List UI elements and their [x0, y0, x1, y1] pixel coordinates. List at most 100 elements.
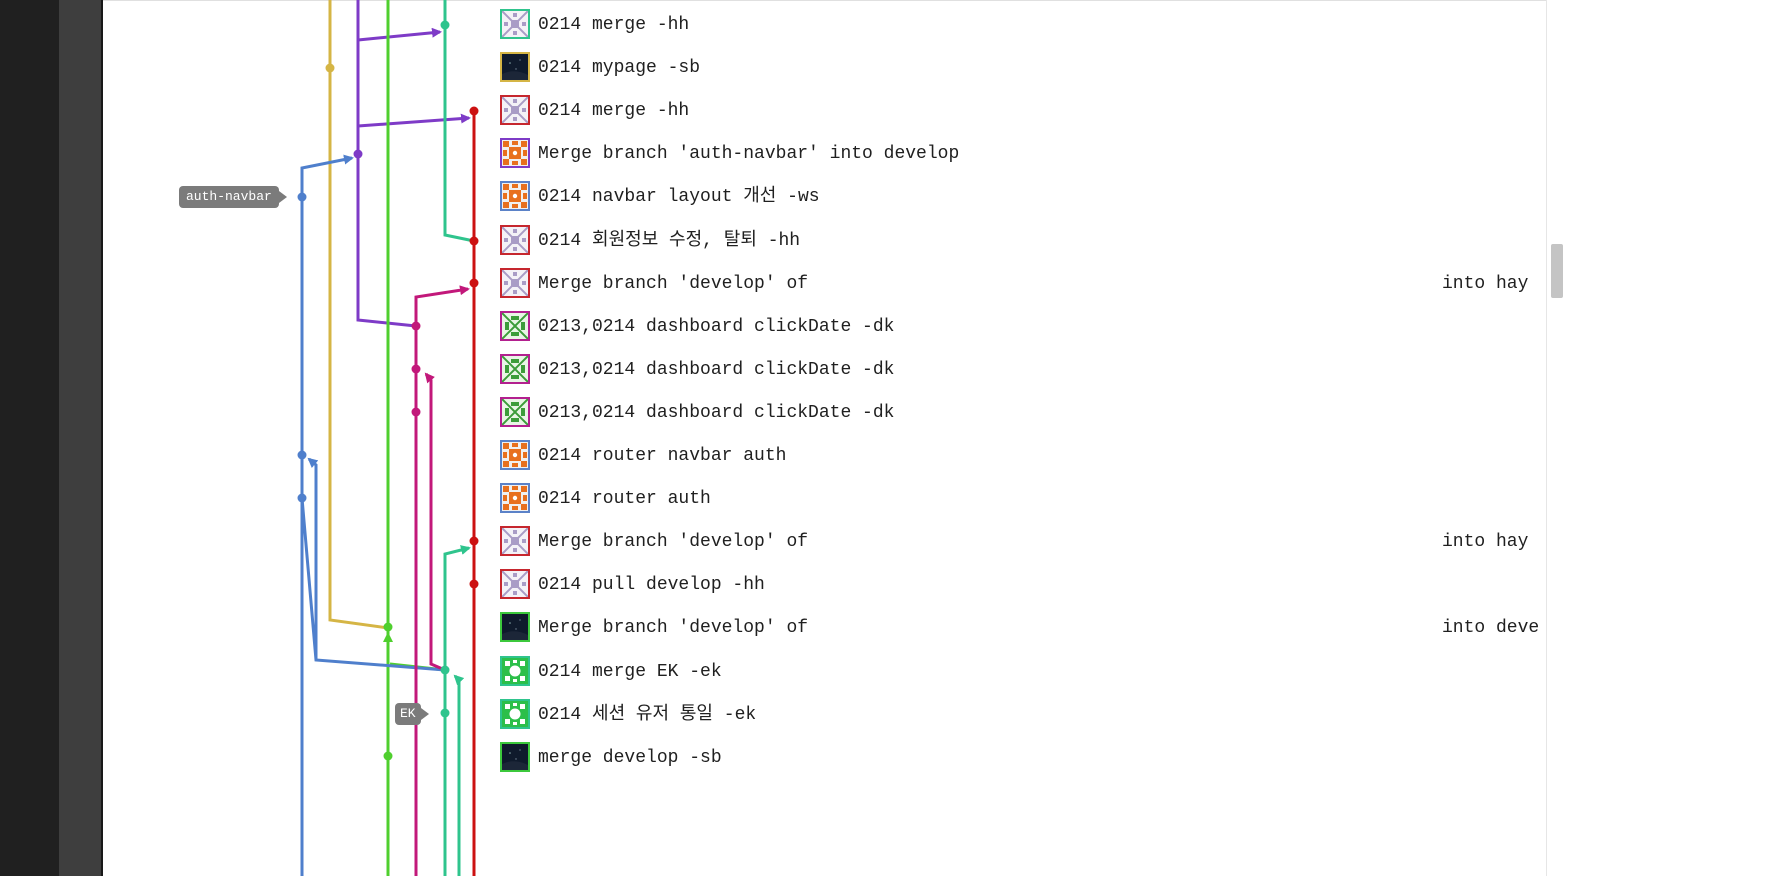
commit-row[interactable]: 0214 세션 유저 통일 -ek [500, 695, 1550, 735]
commit-message: Merge branch 'auth-navbar' into develop [538, 144, 960, 165]
left-panel-dark [0, 0, 59, 876]
author-avatar [500, 267, 530, 298]
commit-message-tail: into deve [1442, 618, 1540, 639]
commit-dot [297, 493, 307, 503]
commit-row[interactable]: merge develop -sb [500, 738, 1550, 778]
merge-purple-2 [357, 113, 471, 128]
author-avatar [500, 138, 530, 169]
commit-row[interactable]: 0213,0214 dashboard clickDate -dk [500, 393, 1550, 433]
commit-dot [411, 364, 421, 374]
commit-message: 0213,0214 dashboard clickDate -dk [538, 402, 895, 423]
commit-message: 0214 merge EK -ek [538, 661, 722, 682]
author-avatar [500, 612, 530, 643]
commit-message: Merge branch 'develop' of [538, 618, 809, 639]
commit-dot [469, 579, 479, 589]
commit-row[interactable]: 0213,0214 dashboard clickDate -dk [500, 350, 1550, 390]
commit-row[interactable]: Merge branch 'develop' of into hay [500, 522, 1550, 562]
commit-row[interactable]: 0214 merge -hh [500, 91, 1550, 131]
commit-dot [383, 751, 393, 761]
identicon-icon [502, 442, 528, 468]
author-avatar [500, 353, 530, 384]
commit-message: 0214 router navbar auth [538, 446, 787, 466]
commit-message: 0213,0214 dashboard clickDate -dk [538, 316, 895, 337]
commit-dot [411, 321, 421, 331]
identicon-icon [502, 485, 528, 512]
merge-blue-2 [300, 497, 446, 672]
commit-row[interactable]: 0214 router navbar auth [500, 436, 1550, 476]
commit-dot [297, 192, 307, 202]
author-avatar [500, 95, 530, 126]
commit-dot [469, 536, 479, 546]
lane-magenta [414, 285, 470, 876]
branch-tag-ek[interactable]: EK [395, 703, 429, 725]
commit-message: 0214 mypage -sb [538, 58, 701, 79]
merge-magenta [424, 372, 446, 672]
identicon-icon [502, 226, 528, 253]
lane-teal-top [443, 0, 475, 243]
branch-tag-auth-navbar[interactable]: auth-navbar [179, 186, 287, 208]
author-avatar [500, 440, 530, 470]
panel-divider [101, 0, 103, 876]
identicon-icon [502, 140, 528, 167]
merge-teal [453, 674, 465, 876]
identicon-icon [502, 11, 528, 37]
identicon-icon [502, 312, 528, 339]
commit-message: 0214 navbar layout 개선 -ws [538, 187, 820, 208]
commit-row[interactable]: 0214 merge -hh [500, 5, 1550, 45]
identicon-icon [502, 269, 528, 296]
commit-row[interactable]: Merge branch 'develop' of into hay [500, 264, 1550, 304]
commit-message: 0213,0214 dashboard clickDate -dk [538, 359, 895, 380]
merge-blue-3 [307, 457, 319, 660]
commit-row[interactable]: 0214 mypage -sb [500, 48, 1550, 88]
identicon-icon [502, 183, 528, 210]
photo-avatar-icon [502, 743, 528, 770]
author-avatar [500, 9, 530, 39]
commit-dot [383, 622, 393, 632]
commit-message: Merge branch 'develop' of [538, 273, 809, 294]
commit-row[interactable]: 0214 pull develop -hh [500, 565, 1550, 605]
commit-dot [469, 278, 479, 288]
left-panel-gutter [59, 0, 101, 876]
identicon-icon [502, 700, 528, 727]
identicon-icon [502, 97, 528, 124]
commit-row[interactable]: Merge branch 'develop' of into deve [500, 608, 1550, 648]
commit-message: merge develop -sb [538, 747, 722, 768]
commit-dot [353, 149, 363, 159]
top-border [103, 0, 1566, 1]
commit-row[interactable]: 0214 회원정보 수정, 탈퇴 -hh [500, 221, 1550, 261]
scrollbar-thumb[interactable] [1551, 244, 1563, 298]
merge-purple-1 [357, 27, 442, 42]
author-avatar [500, 526, 530, 557]
commit-row[interactable]: 0214 router auth [500, 479, 1550, 519]
commit-message: 0214 세션 유저 통일 -ek [538, 704, 757, 725]
commit-row[interactable]: 0214 merge EK -ek [500, 652, 1550, 692]
commit-message: 0214 회원정보 수정, 탈퇴 -hh [538, 230, 801, 251]
author-avatar [500, 655, 530, 686]
commit-message-tail: into hay [1442, 273, 1529, 294]
commit-dot [411, 407, 421, 417]
commit-message-tail: into hay [1442, 532, 1529, 553]
photo-avatar-icon [502, 54, 528, 81]
commit-message: 0214 router auth [538, 489, 711, 510]
commit-dot [297, 450, 307, 460]
author-avatar [500, 698, 530, 729]
commit-dot [469, 236, 479, 246]
author-avatar [500, 569, 530, 600]
commit-row[interactable]: Merge branch 'auth-navbar' into develop [500, 134, 1550, 174]
author-avatar [500, 310, 530, 341]
scrollbar-track[interactable] [1546, 0, 1567, 876]
photo-avatar-icon [502, 614, 528, 641]
commit-dot [440, 708, 450, 718]
author-avatar [500, 483, 530, 514]
identicon-icon [502, 571, 528, 598]
author-avatar [500, 224, 530, 255]
author-avatar [500, 396, 530, 427]
lane-purple [356, 0, 417, 328]
merge-blue-1 [300, 154, 354, 197]
merge-teal-green [389, 662, 446, 672]
author-avatar [500, 52, 530, 83]
commit-message: Merge branch 'develop' of [538, 532, 809, 553]
commit-row[interactable]: 0214 navbar layout 개선 -ws [500, 177, 1550, 217]
commit-dot [440, 665, 450, 675]
commit-row[interactable]: 0213,0214 dashboard clickDate -dk [500, 307, 1550, 347]
